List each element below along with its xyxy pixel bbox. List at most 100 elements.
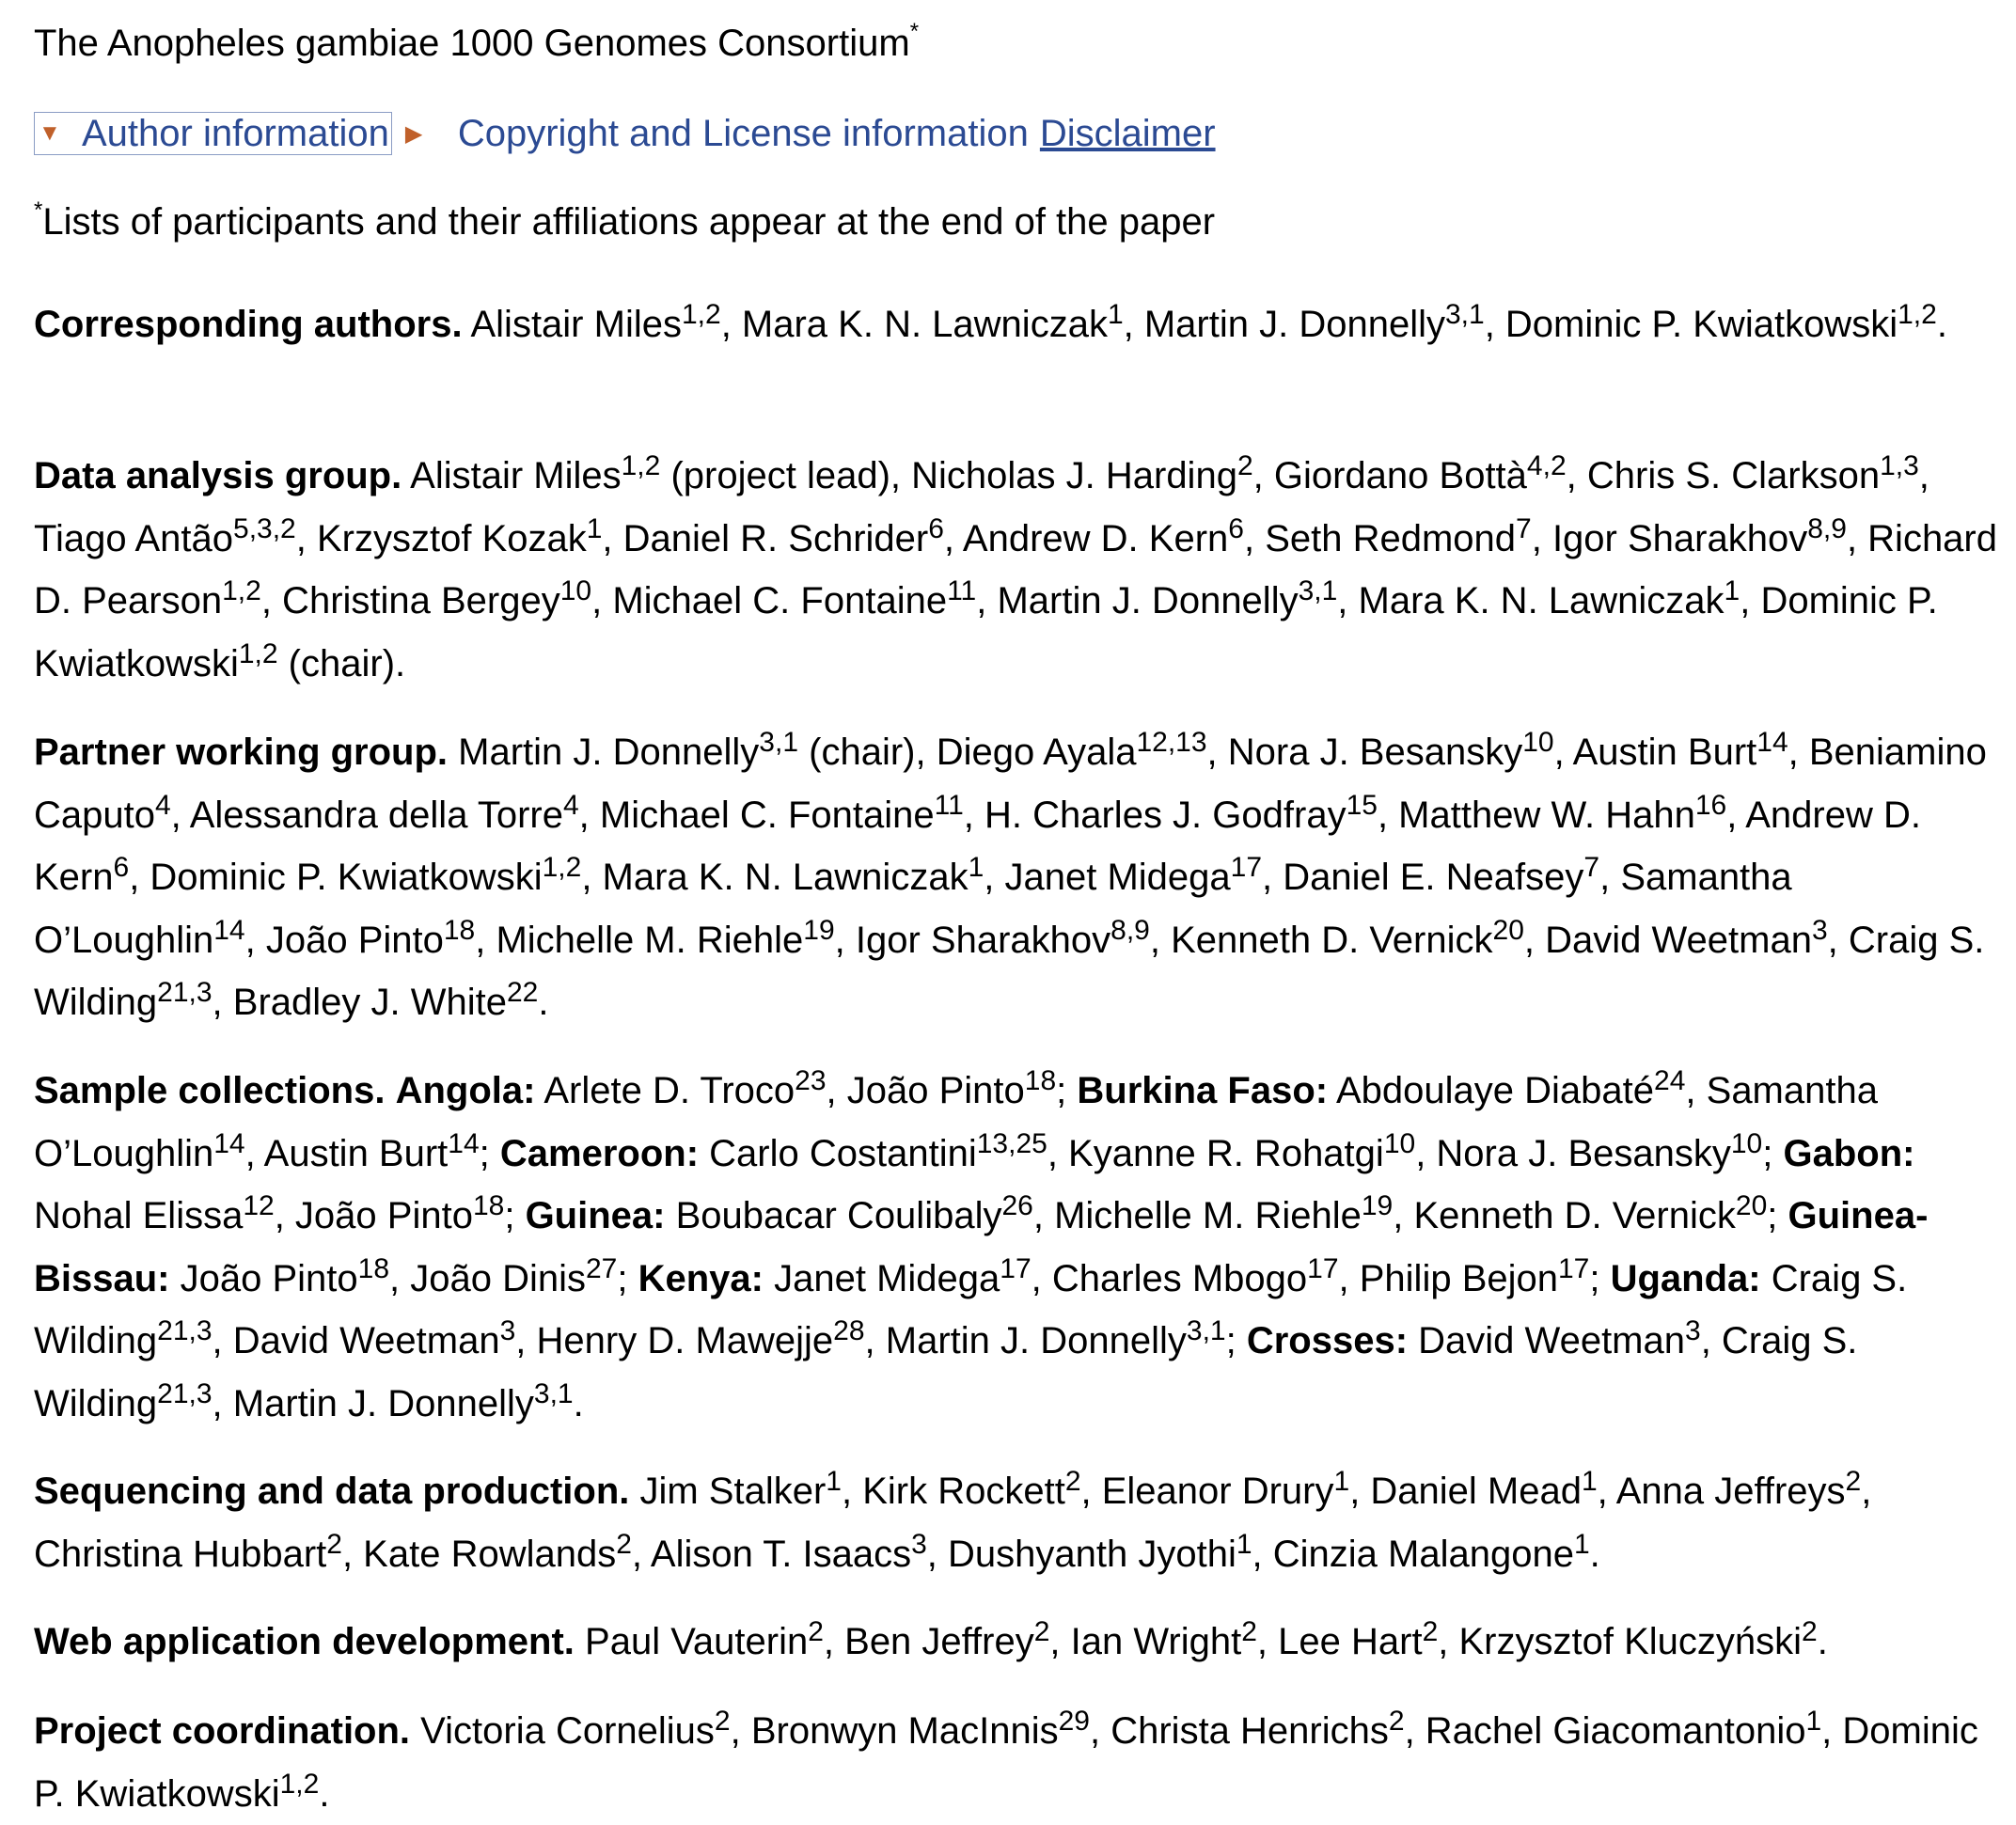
affiliation-number[interactable]: 11 — [947, 575, 976, 606]
affiliation-number[interactable]: 1 — [1236, 1529, 1252, 1560]
affiliation-number[interactable]: 3,1 — [1187, 1315, 1226, 1346]
affiliation-number[interactable]: 1,2 — [1898, 299, 1937, 330]
affiliation-number[interactable]: 1,2 — [543, 852, 582, 883]
affiliation-number[interactable]: 1 — [1334, 1466, 1350, 1497]
affiliation-number[interactable]: 8,9 — [1110, 915, 1150, 946]
affiliation-number[interactable]: 2 — [1802, 1616, 1818, 1647]
affiliation-number[interactable]: 26 — [1001, 1190, 1032, 1221]
affiliation-number[interactable]: 10 — [1522, 727, 1553, 758]
affiliation-number[interactable]: 18 — [1025, 1065, 1056, 1096]
affiliation-number[interactable]: 1 — [969, 852, 984, 883]
author-information-link[interactable]: Author information — [82, 113, 389, 155]
affiliation-number[interactable]: 24 — [1654, 1065, 1685, 1096]
affiliation-number[interactable]: 17 — [1307, 1253, 1338, 1284]
group-heading: Data analysis group. — [34, 455, 402, 496]
affiliation-number[interactable]: 6 — [1228, 513, 1244, 544]
affiliation-number[interactable]: 2 — [715, 1706, 731, 1737]
author-text: , Michelle M. Riehle — [1032, 1195, 1362, 1236]
affiliation-number[interactable]: 1 — [1108, 299, 1124, 330]
affiliation-number[interactable]: 18 — [358, 1253, 389, 1284]
affiliation-number[interactable]: 2 — [1846, 1466, 1862, 1497]
affiliation-number[interactable]: 14 — [213, 915, 244, 946]
affiliation-number[interactable]: 28 — [833, 1315, 864, 1346]
affiliation-number[interactable]: 4,2 — [1527, 450, 1567, 481]
affiliation-number[interactable]: 20 — [1493, 915, 1524, 946]
affiliation-number[interactable]: 17 — [1231, 852, 1262, 883]
affiliation-number[interactable]: 2 — [326, 1529, 342, 1560]
affiliation-number[interactable]: 2 — [1389, 1706, 1405, 1737]
affiliation-number[interactable]: 21,3 — [157, 1378, 212, 1409]
affiliation-number[interactable]: 3 — [500, 1315, 516, 1346]
affiliation-number[interactable]: 12,13 — [1136, 727, 1206, 758]
affiliation-number[interactable]: 12 — [243, 1190, 274, 1221]
affiliation-number[interactable]: 17 — [1000, 1253, 1031, 1284]
affiliation-number[interactable]: 20 — [1736, 1190, 1767, 1221]
author-text: , Bradley J. White — [212, 982, 507, 1023]
affiliation-number[interactable]: 3,1 — [759, 727, 798, 758]
affiliation-number[interactable]: 1,2 — [622, 450, 661, 481]
affiliation-number[interactable]: 3,1 — [1299, 575, 1338, 606]
affiliation-number[interactable]: 7 — [1583, 852, 1599, 883]
affiliation-number[interactable]: 23 — [795, 1065, 826, 1096]
affiliation-number[interactable]: 1 — [1805, 1706, 1821, 1737]
affiliation-number[interactable]: 11 — [935, 790, 964, 821]
affiliation-number[interactable]: 1 — [587, 513, 603, 544]
affiliation-number[interactable]: 21,3 — [157, 1315, 212, 1346]
affiliation-number[interactable]: 1,2 — [222, 575, 261, 606]
affiliation-number[interactable]: 10 — [560, 575, 591, 606]
affiliation-number[interactable]: 2 — [616, 1529, 632, 1560]
affiliation-number[interactable]: 10 — [1384, 1128, 1415, 1159]
affiliation-number[interactable]: 18 — [444, 915, 475, 946]
affiliation-number[interactable]: 8,9 — [1807, 513, 1847, 544]
affiliation-number[interactable]: 1 — [1574, 1529, 1590, 1560]
affiliation-number[interactable]: 1 — [1725, 575, 1740, 606]
affiliation-number[interactable]: 2 — [1423, 1616, 1439, 1647]
affiliation-number[interactable]: 2 — [1237, 450, 1253, 481]
affiliation-number[interactable]: 22 — [507, 977, 538, 1008]
affiliation-number[interactable]: 10 — [1731, 1128, 1762, 1159]
affiliation-number[interactable]: 3 — [911, 1529, 927, 1560]
affiliation-number[interactable]: 6 — [928, 513, 944, 544]
affiliation-number[interactable]: 2 — [1065, 1466, 1081, 1497]
affiliation-number[interactable]: 21,3 — [157, 977, 212, 1008]
affiliation-number[interactable]: 1,2 — [239, 638, 278, 669]
author-information-toggle[interactable]: ▼ Author information — [34, 112, 392, 155]
affiliation-number[interactable]: 3,1 — [1445, 299, 1485, 330]
affiliation-number[interactable]: 1,2 — [682, 299, 721, 330]
affiliation-number[interactable]: 14 — [448, 1128, 479, 1159]
affiliation-number[interactable]: 1,2 — [280, 1769, 320, 1800]
affiliation-number[interactable]: 3 — [1812, 915, 1828, 946]
copyright-license-link[interactable]: Copyright and License information — [458, 113, 1029, 155]
affiliation-number[interactable]: 2 — [1241, 1616, 1257, 1647]
affiliation-number[interactable]: 14 — [1756, 727, 1788, 758]
affiliation-number[interactable]: 16 — [1695, 790, 1726, 821]
affiliation-number[interactable]: 1 — [1582, 1466, 1598, 1497]
affiliation-number[interactable]: 19 — [803, 915, 834, 946]
affiliation-number[interactable]: 3,1 — [534, 1378, 574, 1409]
affiliation-number[interactable]: 15 — [1347, 790, 1378, 821]
affiliation-number[interactable]: 4 — [563, 790, 579, 821]
affiliation-number[interactable]: 14 — [213, 1128, 244, 1159]
group-heading: Project coordination. — [34, 1710, 411, 1752]
affiliation-number[interactable]: 18 — [473, 1190, 504, 1221]
affiliation-number[interactable]: 1 — [826, 1466, 842, 1497]
author-text: , Nora J. Besansky — [1415, 1132, 1731, 1174]
affiliation-number[interactable]: 7 — [1516, 513, 1532, 544]
affiliation-number[interactable]: 13,25 — [977, 1128, 1047, 1159]
affiliation-number[interactable]: 5,3,2 — [233, 513, 296, 544]
affiliation-number[interactable]: 3 — [1685, 1315, 1701, 1346]
affiliation-number[interactable]: 2 — [808, 1616, 824, 1647]
author-text: , Daniel E. Neafsey — [1262, 857, 1584, 898]
affiliation-number[interactable]: 6 — [114, 852, 130, 883]
footnote-mark[interactable]: * — [910, 19, 919, 44]
affiliation-number[interactable]: 2 — [1034, 1616, 1050, 1647]
affiliation-number[interactable]: 4 — [155, 790, 171, 821]
disclaimer-link[interactable]: Disclaimer — [1040, 113, 1216, 155]
affiliation-number[interactable]: 29 — [1059, 1706, 1090, 1737]
affiliation-number[interactable]: 17 — [1558, 1253, 1589, 1284]
country-label: Uganda: — [1610, 1257, 1761, 1299]
affiliation-number[interactable]: 1,3 — [1880, 450, 1919, 481]
affiliation-number[interactable]: 27 — [586, 1253, 617, 1284]
consortium-name-text[interactable]: The Anopheles gambiae 1000 Genomes Conso… — [34, 23, 910, 64]
affiliation-number[interactable]: 19 — [1362, 1190, 1393, 1221]
